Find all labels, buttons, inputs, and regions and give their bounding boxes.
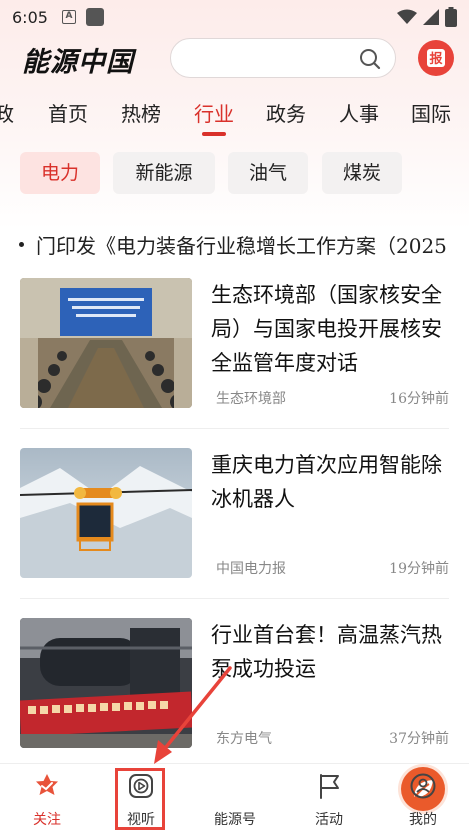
app-header: 能源中国 报 xyxy=(0,34,469,86)
user-icon xyxy=(410,773,436,799)
news-time: 16分钟前 xyxy=(389,391,449,407)
tab-activities[interactable]: 活动 xyxy=(282,764,376,833)
news-title[interactable]: 生态环境部（国家核安全局）与国家电投开展核安全监管年度对话 xyxy=(211,278,449,380)
star-badge-icon xyxy=(36,774,58,795)
subcategory-chips: 电力 新能源 油气 煤炭 xyxy=(0,152,469,194)
news-ticker[interactable]: 门印发《电力装备行业稳增长工作方案（2025 xyxy=(0,228,469,262)
status-time: 6:05 xyxy=(12,7,48,27)
status-bar: 6:05 A xyxy=(0,0,469,34)
news-source: 中国电力报 xyxy=(216,561,286,577)
news-source: 生态环境部 xyxy=(216,391,286,407)
ticker-text: 门印发《电力装备行业稳增长工作方案（2025 xyxy=(36,234,447,258)
signal-icon xyxy=(423,9,439,25)
tab-energy-account[interactable]: 能源号 xyxy=(188,764,445,833)
news-source: 东方电气 xyxy=(216,731,272,747)
chip-electricity[interactable]: 电力 xyxy=(20,152,100,194)
news-thumbnail-meeting[interactable] xyxy=(20,278,192,408)
bottom-tab-bar: 关注 视听 能源号 活动 我的 xyxy=(0,763,469,833)
news-thumbnail-robot[interactable] xyxy=(20,448,192,578)
news-item[interactable]: 重庆电力首次应用智能除冰机器人 中国电力报 19分钟前 xyxy=(20,446,449,598)
app-logo: 能源中国 xyxy=(22,47,134,78)
news-time: 37分钟前 xyxy=(389,731,449,747)
tab-activities-label: 活动 xyxy=(315,812,343,828)
search-icon[interactable] xyxy=(359,48,381,70)
tab-government[interactable]: 政务 xyxy=(266,98,306,127)
notification-a-icon: A xyxy=(61,10,76,24)
tab-industry[interactable]: 行业 xyxy=(194,98,234,127)
tab-home[interactable]: 首页 xyxy=(48,98,88,127)
report-button[interactable]: 报 xyxy=(418,40,454,76)
news-title[interactable]: 行业首台套！高温蒸汽热泵成功投运 xyxy=(211,618,449,686)
tab-audio-video-label: 视听 xyxy=(127,812,155,828)
chip-coal[interactable]: 煤炭 xyxy=(322,152,402,194)
tab-personnel[interactable]: 人事 xyxy=(339,98,379,127)
search-input[interactable] xyxy=(170,38,396,78)
tab-hot-list[interactable]: 热榜 xyxy=(121,98,161,127)
chip-oil-gas[interactable]: 油气 xyxy=(228,152,308,194)
tab-audio-video[interactable]: 视听 xyxy=(94,764,188,833)
notification-square-icon xyxy=(85,8,104,26)
report-icon: 报 xyxy=(427,49,445,67)
news-item[interactable]: 行业首台套！高温蒸汽热泵成功投运 东方电气 37分钟前 xyxy=(20,616,449,768)
list-divider xyxy=(20,428,449,429)
news-title[interactable]: 重庆电力首次应用智能除冰机器人 xyxy=(211,448,449,516)
chip-new-energy[interactable]: 新能源 xyxy=(113,152,215,194)
tab-partial-left[interactable]: 政 xyxy=(0,98,14,127)
tab-follow-label: 关注 xyxy=(33,812,61,828)
news-thumbnail-heat-pump[interactable] xyxy=(20,618,192,748)
battery-icon xyxy=(445,7,457,27)
tab-international[interactable]: 国际 xyxy=(411,98,451,127)
news-item[interactable]: 生态环境部（国家核安全局）与国家电投开展核安全监管年度对话 生态环境部 16分钟… xyxy=(20,276,449,428)
tab-energy-account-label: 能源号 xyxy=(214,812,256,828)
category-tabs: 政 首页 热榜 行业 政务 人事 国际 xyxy=(0,92,469,136)
list-divider xyxy=(20,598,449,599)
play-icon xyxy=(129,774,153,798)
wifi-icon xyxy=(397,9,417,24)
news-time: 19分钟前 xyxy=(389,561,449,577)
report-icon-glyph: 报 xyxy=(429,52,443,67)
tab-follow[interactable]: 关注 xyxy=(0,764,94,833)
tab-profile-label: 我的 xyxy=(409,812,437,828)
tab-profile[interactable]: 我的 xyxy=(376,764,469,833)
ticker-bullet xyxy=(19,242,24,247)
active-tab-indicator xyxy=(202,132,226,136)
flag-icon xyxy=(320,774,339,799)
